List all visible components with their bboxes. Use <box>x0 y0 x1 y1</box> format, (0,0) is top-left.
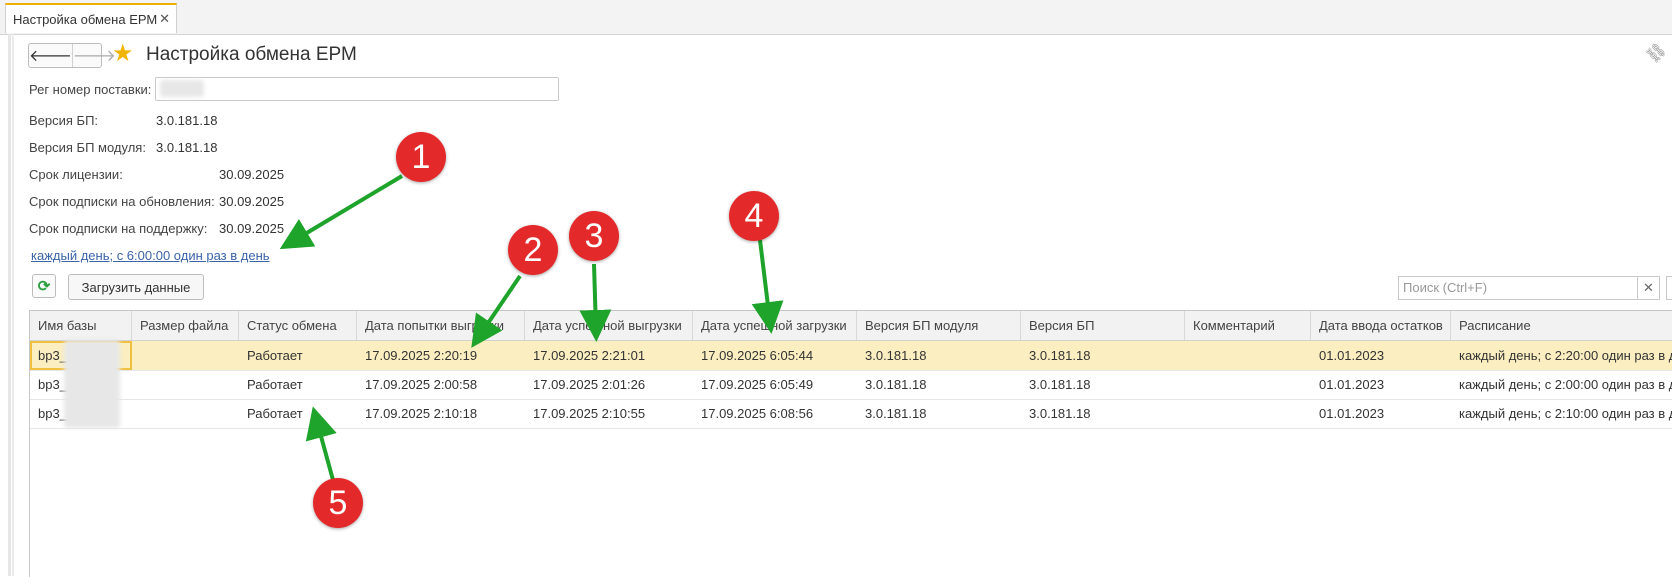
annotation-arrows <box>279 174 784 481</box>
arrow-3 <box>579 263 612 342</box>
callout-3: 3 <box>569 211 619 261</box>
arrow-2 <box>471 274 522 348</box>
callout-2: 2 <box>508 225 558 275</box>
callout-1: 1 <box>396 132 446 182</box>
callout-5: 5 <box>313 478 363 528</box>
callout-4: 4 <box>729 191 779 241</box>
arrow-1 <box>279 174 404 250</box>
arrow-5 <box>305 406 337 481</box>
arrow-4 <box>751 239 784 334</box>
